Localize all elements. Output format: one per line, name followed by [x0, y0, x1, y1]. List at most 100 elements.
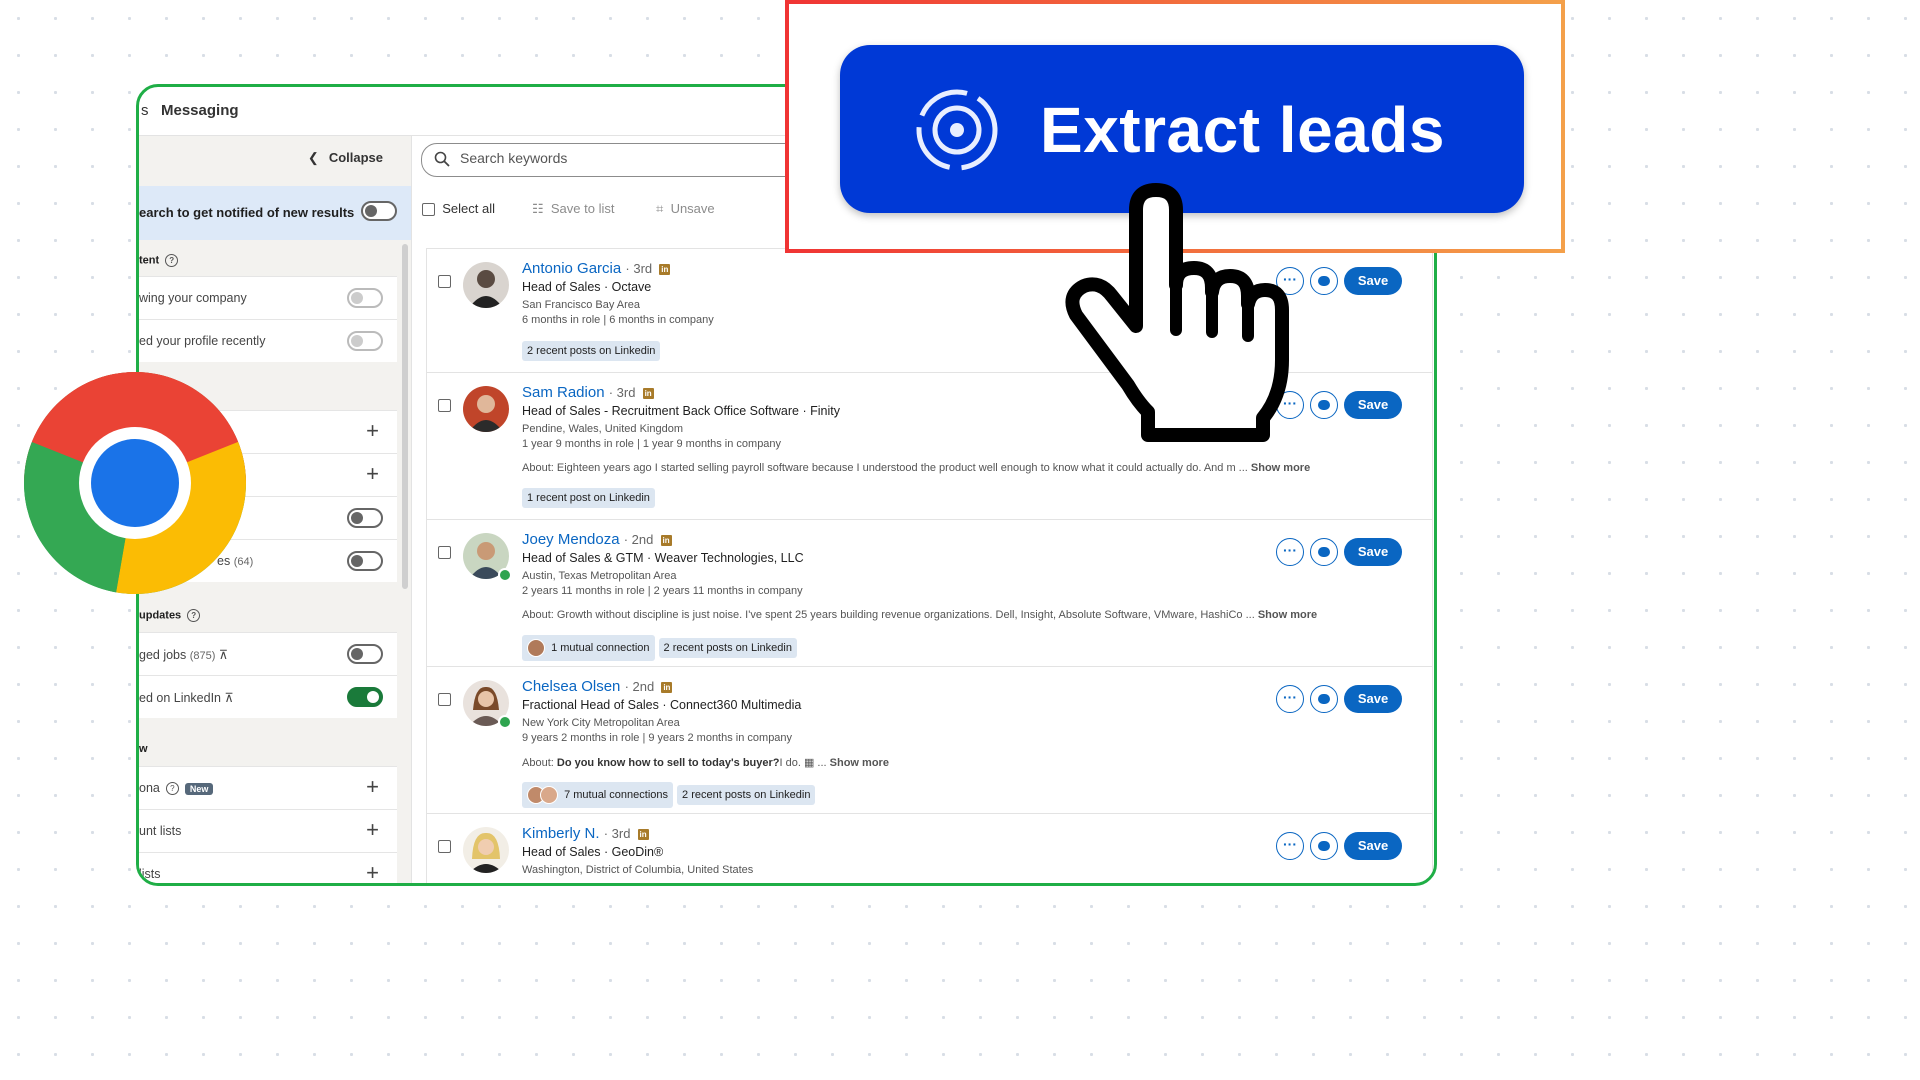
message-icon[interactable]: [1310, 538, 1338, 566]
more-icon[interactable]: ···: [1276, 832, 1304, 860]
message-icon[interactable]: [1310, 832, 1338, 860]
message-icon[interactable]: [1310, 267, 1338, 295]
filter-row-following-company[interactable]: wing your company: [139, 276, 397, 319]
pin-icon: ⊼: [218, 648, 229, 662]
filter-row-viewed-profile[interactable]: ed your profile recently: [139, 319, 397, 362]
mutual-connection-chip[interactable]: 1 mutual connection: [522, 635, 655, 661]
save-button[interactable]: Save: [1344, 391, 1402, 419]
list-icon: ☷: [532, 201, 544, 216]
lead-title: Head of Sales · Octave: [522, 280, 652, 294]
save-button[interactable]: Save: [1344, 267, 1402, 295]
recent-posts-chip[interactable]: 2 recent posts on Linkedin: [658, 638, 797, 658]
lead-about: About: Growth without discipline is just…: [522, 609, 1318, 621]
filter-toggle[interactable]: [347, 331, 383, 351]
lead-location: San Francisco Bay Area: [522, 299, 641, 311]
lead-card: Joey Mendoza · 2nd in Head of Sales & GT…: [427, 520, 1432, 667]
online-indicator: [498, 715, 512, 729]
help-icon: ?: [165, 782, 179, 796]
collapse-button[interactable]: ❮ Collapse: [308, 150, 383, 166]
plus-icon[interactable]: +: [366, 418, 379, 444]
help-icon[interactable]: ?: [165, 254, 179, 267]
lead-name[interactable]: Antonio Garcia · 3rd in: [522, 260, 671, 277]
pin-icon: ⊼: [224, 691, 234, 705]
lead-location: New York City Metropolitan Area: [522, 717, 680, 729]
recent-posts-chip[interactable]: 2 recent posts on Linkedin: [522, 341, 661, 361]
save-button[interactable]: Save: [1344, 685, 1402, 713]
avatar[interactable]: [463, 827, 509, 873]
lead-chips: 7 mutual connections 2 recent posts on Li…: [522, 782, 819, 808]
save-button[interactable]: Save: [1344, 538, 1402, 566]
notify-toggle[interactable]: [361, 201, 397, 221]
lead-checkbox[interactable]: [438, 399, 451, 412]
save-to-list-button[interactable]: ☷ Save to list: [532, 201, 614, 217]
lead-actions: ··· Save: [1276, 538, 1402, 566]
save-button[interactable]: Save: [1344, 832, 1402, 860]
filter-toggle[interactable]: [347, 288, 383, 308]
linkedin-icon: in: [659, 263, 671, 275]
select-all[interactable]: Select all: [422, 201, 495, 217]
lead-chips: 2 recent posts on Linkedin: [522, 341, 664, 361]
nav-tab-messaging[interactable]: Messaging: [161, 102, 239, 119]
lead-location: Washington, District of Columbia, United…: [522, 864, 754, 876]
lead-about: About: Do you know how to sell to today'…: [522, 757, 889, 769]
notify-text: earch to get notified of new results: [139, 205, 355, 220]
plus-icon[interactable]: +: [366, 461, 379, 487]
recent-posts-chip[interactable]: 2 recent posts on Linkedin: [677, 785, 816, 805]
lead-location: Pendine, Wales, United Kingdom: [522, 423, 684, 435]
lead-about: About: Eighteen years ago I started sell…: [522, 462, 1311, 474]
lead-name[interactable]: Joey Mendoza · 2nd in: [522, 531, 672, 548]
section-heading-updates: updates?: [139, 609, 201, 622]
filter-row-persona[interactable]: ona? New +: [139, 766, 397, 809]
filter-toggle[interactable]: [347, 644, 383, 664]
show-more-link[interactable]: Show more: [1258, 609, 1317, 621]
sidebar-scrollbar[interactable]: [402, 244, 408, 589]
filter-row-lead-lists[interactable]: lists +: [139, 852, 397, 883]
avatar[interactable]: [463, 262, 509, 308]
help-icon[interactable]: ?: [187, 609, 201, 622]
filter-row-account-lists[interactable]: unt lists +: [139, 809, 397, 852]
lead-actions: ··· Save: [1276, 832, 1402, 860]
message-icon[interactable]: [1310, 685, 1338, 713]
lead-card: Kimberly N. · 3rd in Head of Sales · Geo…: [427, 814, 1432, 883]
plus-icon[interactable]: +: [366, 817, 379, 843]
lead-tenure: 1 year 9 months in role | 1 year 9 month…: [522, 438, 782, 450]
avatar[interactable]: [463, 386, 509, 432]
target-icon: [916, 89, 998, 171]
section-heading-content: tent?: [139, 254, 179, 267]
filter-row-posted-on-linkedin[interactable]: ed on LinkedIn ⊼: [139, 675, 397, 718]
lead-name[interactable]: Sam Radion · 3rd in: [522, 384, 654, 401]
search-bar[interactable]: [421, 143, 843, 177]
recent-posts-chip[interactable]: 1 recent post on Linkedin: [522, 488, 655, 508]
lead-name[interactable]: Chelsea Olsen · 2nd in: [522, 678, 673, 695]
lead-checkbox[interactable]: [438, 693, 451, 706]
filter-toggle[interactable]: [347, 551, 383, 571]
more-icon[interactable]: ···: [1276, 685, 1304, 713]
new-badge: New: [184, 783, 214, 795]
lead-title: Head of Sales · GeoDin®: [522, 845, 664, 859]
plus-icon[interactable]: +: [366, 774, 379, 800]
plus-icon[interactable]: +: [366, 860, 379, 883]
filter-toggle[interactable]: [347, 687, 383, 707]
show-more-link[interactable]: Show more: [830, 757, 889, 769]
search-input[interactable]: [458, 149, 822, 167]
lead-title: Head of Sales & GTM · Weaver Technologie…: [522, 551, 804, 565]
lead-card: Chelsea Olsen · 2nd in Fractional Head o…: [427, 667, 1432, 814]
pointer-hand-icon: [1065, 183, 1289, 442]
lead-name[interactable]: Kimberly N. · 3rd in: [522, 825, 649, 842]
message-icon[interactable]: [1310, 391, 1338, 419]
lead-checkbox[interactable]: [438, 275, 451, 288]
mutual-connections-chip[interactable]: 7 mutual connections: [522, 782, 674, 808]
select-all-checkbox[interactable]: [422, 203, 435, 217]
nav-tab-partial[interactable]: s: [141, 102, 149, 119]
search-icon: [434, 151, 450, 167]
filter-row-changed-jobs[interactable]: ged jobs (875) ⊼: [139, 632, 397, 675]
more-icon[interactable]: ···: [1276, 538, 1304, 566]
lead-checkbox[interactable]: [438, 546, 451, 559]
linkedin-icon: in: [637, 828, 649, 840]
filter-toggle[interactable]: [347, 508, 383, 528]
lead-chips: 1 recent post on Linkedin: [522, 488, 659, 508]
show-more-link[interactable]: Show more: [1251, 462, 1310, 474]
lead-title: Fractional Head of Sales · Connect360 Mu…: [522, 698, 802, 712]
lead-checkbox[interactable]: [438, 840, 451, 853]
unsave-button[interactable]: ⌗ Unsave: [656, 201, 715, 217]
